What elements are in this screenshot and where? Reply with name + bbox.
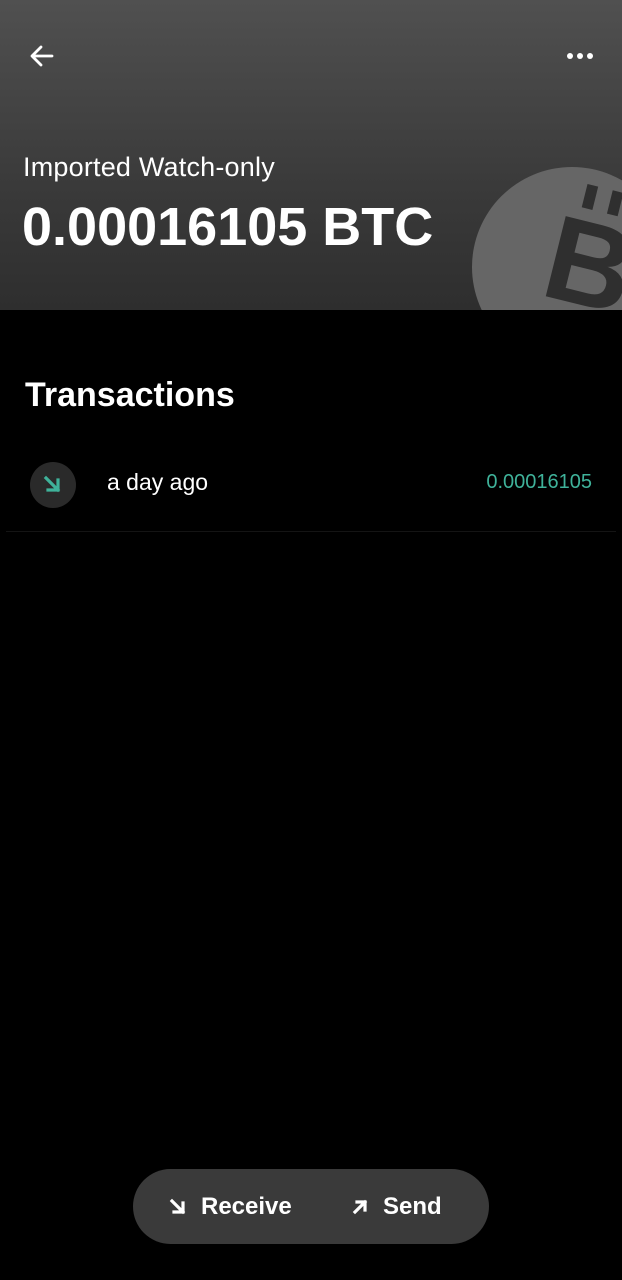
transactions-heading: Transactions — [25, 376, 235, 414]
send-label: Send — [383, 1192, 442, 1220]
arrow-left-icon — [30, 45, 54, 67]
more-horizontal-icon — [567, 53, 593, 59]
more-options-button[interactable] — [560, 36, 600, 76]
send-button[interactable]: Send — [351, 1169, 442, 1244]
bitcoin-icon: B — [472, 167, 622, 310]
arrow-down-right-icon — [43, 475, 61, 493]
arrow-down-right-icon — [169, 1198, 186, 1214]
receive-button[interactable]: Receive — [169, 1169, 292, 1244]
incoming-transaction-badge — [30, 462, 76, 508]
transaction-amount: 0.00016105 — [486, 471, 592, 493]
wallet-header: Imported Watch-only 0.00016105 BTC B — [0, 0, 622, 310]
action-bar: Receive Send — [133, 1169, 489, 1244]
transaction-row[interactable]: a day ago 0.00016105 — [6, 436, 616, 532]
transaction-time: a day ago — [107, 469, 209, 495]
arrow-up-right-icon — [352, 1199, 368, 1214]
wallet-balance: 0.00016105 BTC — [22, 197, 434, 257]
back-button[interactable] — [22, 36, 62, 76]
receive-label: Receive — [201, 1192, 292, 1220]
wallet-name-label: Imported Watch-only — [23, 152, 275, 182]
